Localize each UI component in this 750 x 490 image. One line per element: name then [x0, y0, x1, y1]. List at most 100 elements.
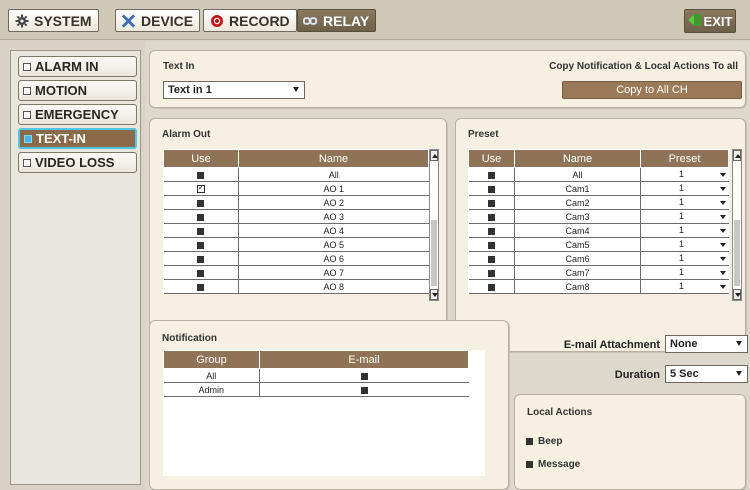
- checkbox-icon[interactable]: [487, 283, 495, 291]
- checkbox-icon[interactable]: [360, 372, 368, 380]
- scroll-down-button[interactable]: [430, 289, 438, 300]
- checkbox-icon: [23, 62, 31, 71]
- sidebar-item-video-loss[interactable]: VIDEO LOSS: [18, 152, 137, 173]
- column-header-use: Use: [163, 149, 239, 168]
- use-cell: [468, 195, 515, 210]
- message-label: Message: [538, 459, 581, 470]
- name-cell: AO 8: [238, 279, 429, 294]
- checkbox-icon[interactable]: [197, 199, 205, 207]
- email-attachment-value: None: [670, 338, 698, 350]
- checkbox-icon[interactable]: [487, 171, 495, 179]
- column-header-name: Name: [514, 149, 641, 168]
- checkbox-icon[interactable]: [197, 283, 205, 291]
- use-cell: [468, 209, 515, 224]
- table-row: Cam6 1: [468, 251, 729, 266]
- use-cell: [163, 237, 239, 252]
- checkbox-icon[interactable]: [487, 255, 495, 263]
- preset-select[interactable]: 1: [640, 181, 729, 196]
- exit-label: EXIT: [703, 13, 733, 29]
- use-cell: [163, 209, 239, 224]
- text-in-value: Text in 1: [168, 84, 212, 96]
- group-cell: Admin: [163, 382, 260, 397]
- chevron-down-icon: [736, 341, 742, 346]
- tab-record[interactable]: RECORD: [203, 9, 297, 32]
- sidebar-item-label: EMERGENCY: [35, 107, 119, 122]
- table-row: Cam2 1: [468, 195, 729, 210]
- preset-value: 1: [679, 267, 685, 277]
- sidebar-item-text-in[interactable]: TEXT-IN: [18, 128, 137, 149]
- column-header-name: Name: [238, 149, 429, 168]
- use-cell: [468, 237, 515, 252]
- checkbox-icon[interactable]: [487, 213, 495, 221]
- message-option[interactable]: Message: [526, 459, 580, 470]
- alarm-out-title: Alarm Out: [162, 129, 211, 140]
- tab-label: SYSTEM: [34, 12, 92, 29]
- scroll-down-button[interactable]: [733, 289, 741, 300]
- chevron-down-icon: [719, 201, 726, 205]
- tab-device[interactable]: DEVICE: [115, 9, 201, 32]
- preset-scrollbar[interactable]: [732, 149, 742, 301]
- scroll-up-button[interactable]: [430, 150, 438, 161]
- checkbox-icon[interactable]: [197, 227, 205, 235]
- top-menu-bar: SYSTEM DEVICE RECORD RELAY EXIT: [0, 0, 750, 40]
- email-attachment-select[interactable]: None: [665, 335, 748, 353]
- use-cell: [163, 181, 239, 196]
- preset-select[interactable]: 1: [640, 251, 729, 266]
- scrollbar-thumb[interactable]: [734, 220, 740, 286]
- scroll-up-button[interactable]: [733, 150, 741, 161]
- checkbox-icon[interactable]: [487, 241, 495, 249]
- checkbox-icon[interactable]: [487, 185, 495, 193]
- checkbox-icon[interactable]: [197, 171, 205, 179]
- preset-select[interactable]: 1: [640, 265, 729, 280]
- checkbox-icon[interactable]: [487, 199, 495, 207]
- name-cell: AO 3: [238, 209, 429, 224]
- table-row: All: [163, 368, 469, 383]
- alarm-out-table: Use Name AllAO 1AO 2AO 3AO 4AO 5AO 6AO 7…: [163, 149, 429, 294]
- preset-value: 1: [679, 225, 685, 235]
- preset-select[interactable]: 1: [640, 209, 729, 224]
- duration-select[interactable]: 5 Sec: [665, 365, 748, 383]
- checkbox-icon[interactable]: [487, 269, 495, 277]
- checkbox-icon[interactable]: [487, 227, 495, 235]
- preset-select[interactable]: 1: [640, 279, 729, 294]
- scrollbar-thumb[interactable]: [431, 220, 437, 286]
- checkbox-icon[interactable]: [197, 269, 205, 277]
- sidebar: ALARM IN MOTION EMERGENCY TEXT-IN VIDEO …: [10, 50, 141, 485]
- sidebar-item-emergency[interactable]: EMERGENCY: [18, 104, 137, 125]
- copy-to-all-button[interactable]: Copy to All CH: [562, 81, 742, 99]
- use-cell: [468, 279, 515, 294]
- use-cell: [468, 167, 515, 182]
- arrow-up-icon: [735, 154, 741, 158]
- preset-select[interactable]: 1: [640, 167, 729, 182]
- tab-system[interactable]: SYSTEM: [8, 9, 99, 32]
- name-cell: AO 7: [238, 265, 429, 280]
- exit-button[interactable]: EXIT: [684, 9, 736, 33]
- checkbox-checked-icon[interactable]: [196, 183, 205, 194]
- use-cell: [468, 181, 515, 196]
- use-cell: [163, 279, 239, 294]
- preset-select[interactable]: 1: [640, 223, 729, 238]
- table-row: Cam3 1: [468, 209, 729, 224]
- name-cell: AO 4: [238, 223, 429, 238]
- preset-select[interactable]: 1: [640, 237, 729, 252]
- checkbox-icon: [23, 86, 31, 95]
- checkbox-icon[interactable]: [197, 241, 205, 249]
- text-in-select[interactable]: Text in 1: [163, 81, 305, 99]
- table-row: All: [163, 167, 429, 182]
- alarm-out-scrollbar[interactable]: [429, 149, 439, 301]
- sidebar-item-alarm-in[interactable]: ALARM IN: [18, 56, 137, 77]
- chevron-down-icon: [719, 257, 726, 261]
- chevron-down-icon: [719, 243, 726, 247]
- column-header-group: Group: [163, 350, 260, 369]
- tab-relay[interactable]: RELAY: [297, 9, 377, 32]
- tab-label: RECORD: [229, 12, 290, 29]
- beep-option[interactable]: Beep: [526, 436, 562, 447]
- checkbox-icon[interactable]: [360, 386, 368, 394]
- table-row: AO 2: [163, 195, 429, 210]
- checkbox-icon[interactable]: [197, 255, 205, 263]
- chevron-down-icon: [719, 229, 726, 233]
- table-row: AO 5: [163, 237, 429, 252]
- preset-select[interactable]: 1: [640, 195, 729, 210]
- checkbox-icon[interactable]: [197, 213, 205, 221]
- sidebar-item-motion[interactable]: MOTION: [18, 80, 137, 101]
